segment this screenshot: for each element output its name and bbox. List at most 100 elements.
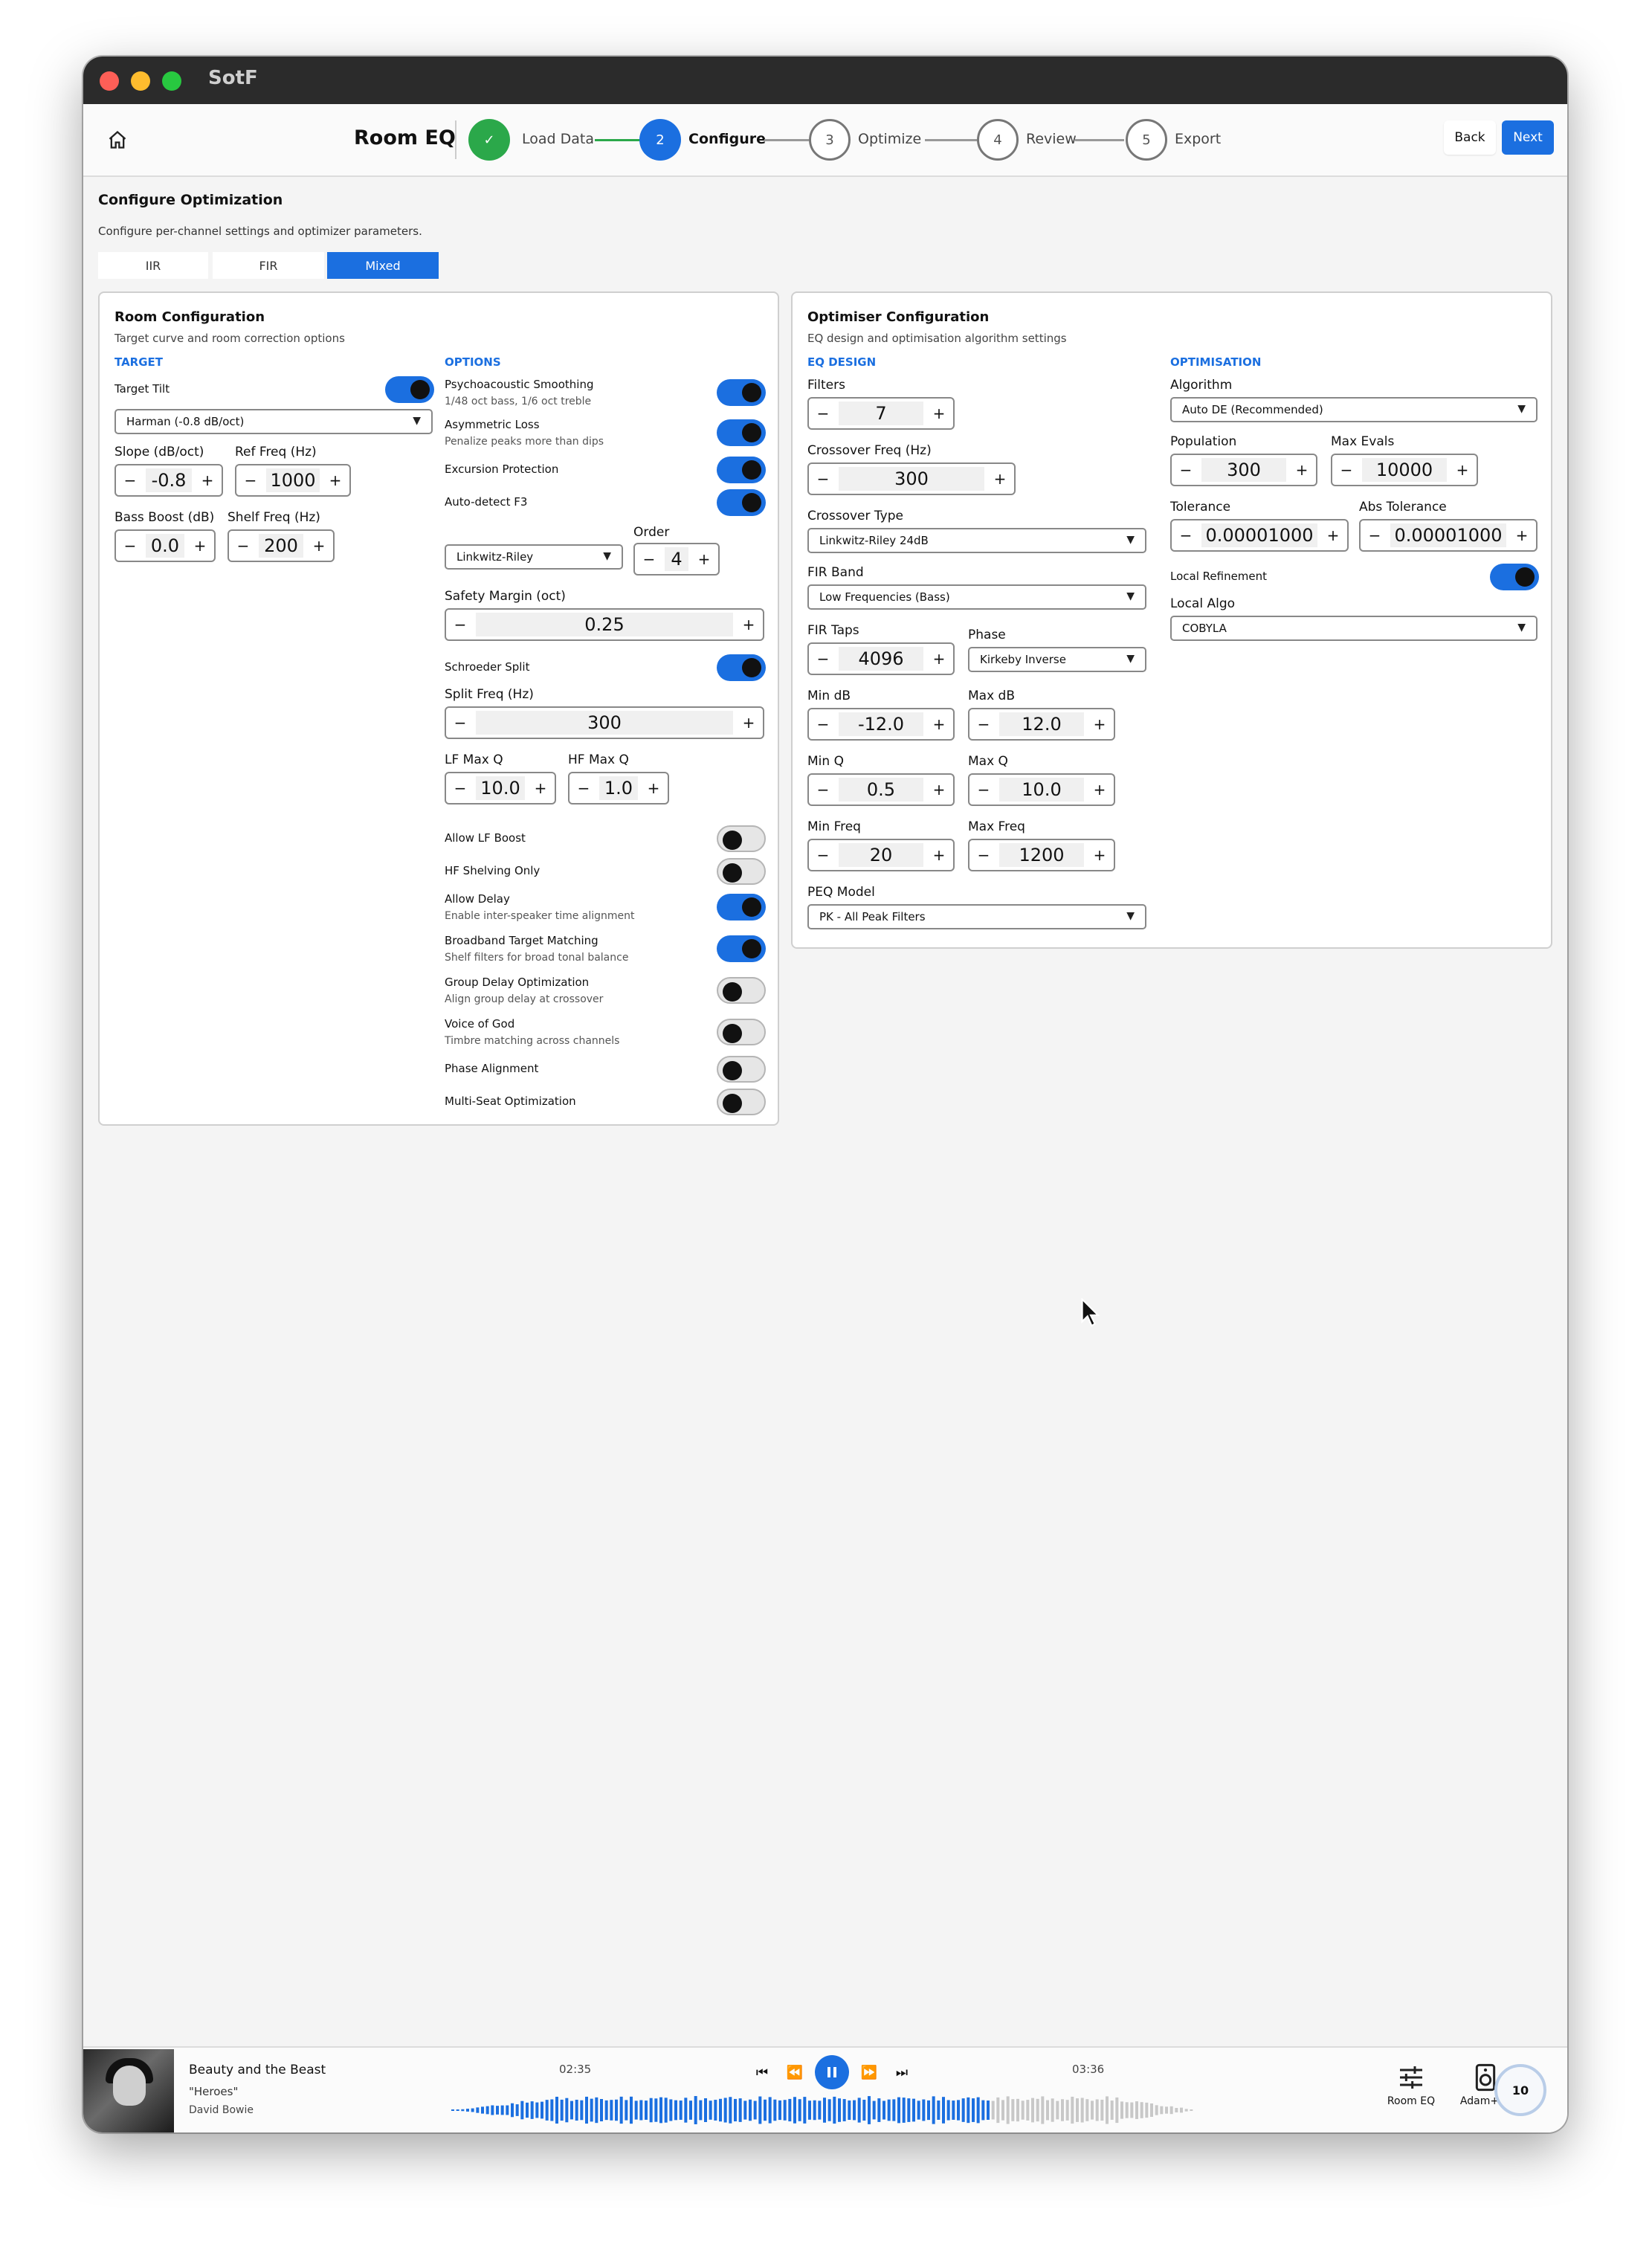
population-stepper[interactable]: − 300 + — [1170, 454, 1317, 486]
fir-band-select[interactable]: Low Frequencies (Bass) ▼ — [807, 584, 1146, 610]
hf-max-q-increment-button[interactable]: + — [639, 773, 668, 803]
min-db-value[interactable]: -12.0 — [839, 712, 923, 736]
max-db-value[interactable]: 12.0 — [999, 712, 1084, 736]
step-5-label[interactable]: Export — [1175, 131, 1221, 147]
skip-next-icon[interactable]: ⏭ — [891, 2061, 913, 2083]
safety-margin-value[interactable]: 0.25 — [476, 613, 733, 636]
bass-boost-stepper[interactable]: − 0.0 + — [114, 529, 216, 562]
slope-value[interactable]: -0.8 — [146, 468, 192, 492]
pause-button[interactable] — [815, 2055, 849, 2089]
slope-decrement-button[interactable]: − — [116, 465, 144, 495]
peq-model-select[interactable]: PK - All Peak Filters ▼ — [807, 904, 1146, 929]
bass-boost-decrement-button[interactable]: − — [116, 531, 144, 561]
safety-margin-increment-button[interactable]: + — [735, 610, 763, 639]
target-curve-select[interactable]: Harman (-0.8 dB/oct) ▼ — [114, 409, 433, 434]
schroeder-split-toggle[interactable] — [717, 654, 766, 681]
filters-stepper[interactable]: − 7 + — [807, 397, 955, 430]
bass-boost-increment-button[interactable]: + — [186, 531, 214, 561]
min-q-stepper[interactable]: − 0.5 + — [807, 773, 955, 806]
algorithm-select[interactable]: Auto DE (Recommended) ▼ — [1170, 397, 1538, 422]
max-q-value[interactable]: 10.0 — [999, 778, 1084, 802]
fast-forward-icon[interactable]: ⏩ — [858, 2061, 880, 2083]
max-q-increment-button[interactable]: + — [1085, 775, 1114, 805]
room-eq-button[interactable]: Room EQ — [1374, 2063, 1448, 2107]
shelf-freq-stepper[interactable]: − 200 + — [228, 529, 335, 562]
tab-iir[interactable]: IIR — [98, 252, 208, 279]
crossover-freq-increment-button[interactable]: + — [986, 464, 1014, 494]
crossover-freq-value[interactable]: 300 — [839, 467, 984, 491]
min-db-decrement-button[interactable]: − — [809, 709, 837, 739]
asymmetric-loss-toggle[interactable] — [717, 419, 766, 446]
min-freq-increment-button[interactable]: + — [925, 840, 953, 870]
shelf-freq-increment-button[interactable]: + — [305, 531, 333, 561]
order-increment-button[interactable]: + — [690, 544, 718, 574]
population-value[interactable]: 300 — [1201, 458, 1286, 482]
step-1-circle[interactable]: ✓ — [468, 119, 510, 161]
filters-value[interactable]: 7 — [839, 402, 923, 425]
crossover-freq-stepper[interactable]: − 300 + — [807, 462, 1016, 495]
max-evals-increment-button[interactable]: + — [1448, 455, 1477, 485]
abs-tolerance-increment-button[interactable]: + — [1508, 520, 1536, 550]
rewind-icon[interactable]: ⏪ — [784, 2061, 806, 2083]
abs-tolerance-decrement-button[interactable]: − — [1361, 520, 1389, 550]
fir-taps-decrement-button[interactable]: − — [809, 644, 837, 674]
lf-max-q-value[interactable]: 10.0 — [476, 776, 525, 800]
allow-lf-boost-toggle[interactable] — [717, 825, 766, 852]
minimize-window-button[interactable] — [131, 71, 150, 91]
tolerance-stepper[interactable]: − 0.00001000 + — [1170, 519, 1349, 552]
step-1-label[interactable]: Load Data — [522, 131, 594, 147]
lf-max-q-increment-button[interactable]: + — [526, 773, 555, 803]
tab-fir[interactable]: FIR — [213, 252, 324, 279]
ref-freq-stepper[interactable]: − 1000 + — [235, 464, 351, 497]
split-freq-decrement-button[interactable]: − — [446, 708, 474, 738]
slope-stepper[interactable]: − -0.8 + — [114, 464, 223, 497]
max-q-stepper[interactable]: − 10.0 + — [968, 773, 1115, 806]
crossover-freq-decrement-button[interactable]: − — [809, 464, 837, 494]
safety-margin-stepper[interactable]: − 0.25 + — [445, 608, 764, 641]
step-4-circle[interactable]: 4 — [977, 119, 1019, 161]
broadband-target-toggle[interactable] — [717, 935, 766, 962]
population-decrement-button[interactable]: − — [1172, 455, 1200, 485]
max-freq-stepper[interactable]: − 1200 + — [968, 839, 1115, 871]
lf-max-q-decrement-button[interactable]: − — [446, 773, 474, 803]
phase-alignment-toggle[interactable] — [717, 1056, 766, 1083]
ref-freq-decrement-button[interactable]: − — [236, 465, 265, 495]
bass-boost-value[interactable]: 0.0 — [146, 534, 184, 558]
step-3-circle[interactable]: 3 — [809, 119, 851, 161]
filters-increment-button[interactable]: + — [925, 399, 953, 428]
waveform-progress[interactable] — [451, 2094, 1194, 2127]
local-refinement-toggle[interactable] — [1490, 564, 1539, 590]
min-db-stepper[interactable]: − -12.0 + — [807, 708, 955, 741]
back-button[interactable]: Back — [1444, 120, 1496, 155]
max-q-decrement-button[interactable]: − — [969, 775, 998, 805]
target-tilt-toggle[interactable] — [385, 376, 434, 403]
hf-max-q-stepper[interactable]: − 1.0 + — [568, 772, 669, 805]
voice-of-god-toggle[interactable] — [717, 1019, 766, 1045]
filters-decrement-button[interactable]: − — [809, 399, 837, 428]
shelf-freq-decrement-button[interactable]: − — [229, 531, 257, 561]
multi-seat-toggle[interactable] — [717, 1089, 766, 1115]
zoom-window-button[interactable] — [162, 71, 181, 91]
hf-max-q-value[interactable]: 1.0 — [599, 776, 638, 800]
max-evals-stepper[interactable]: − 10000 + — [1331, 454, 1478, 486]
split-freq-stepper[interactable]: − 300 + — [445, 706, 764, 739]
population-increment-button[interactable]: + — [1288, 455, 1316, 485]
next-button[interactable]: Next — [1502, 120, 1554, 155]
fir-taps-value[interactable]: 4096 — [839, 647, 923, 671]
ref-freq-increment-button[interactable]: + — [321, 465, 349, 495]
fir-taps-stepper[interactable]: − 4096 + — [807, 642, 955, 675]
safety-margin-decrement-button[interactable]: − — [446, 610, 474, 639]
filter-type-select[interactable]: Linkwitz-Riley ▼ — [445, 544, 623, 570]
ref-freq-value[interactable]: 1000 — [266, 468, 320, 492]
skip-previous-icon[interactable]: ⏮ — [751, 2061, 773, 2083]
psycho-smoothing-toggle[interactable] — [717, 379, 766, 406]
order-value[interactable]: 4 — [665, 547, 688, 571]
album-art[interactable] — [83, 2049, 174, 2132]
abs-tolerance-stepper[interactable]: − 0.00001000 + — [1359, 519, 1538, 552]
step-2-circle[interactable]: 2 — [639, 119, 681, 161]
local-algo-select[interactable]: COBYLA ▼ — [1170, 616, 1538, 641]
allow-delay-toggle[interactable] — [717, 894, 766, 921]
max-evals-value[interactable]: 10000 — [1362, 458, 1447, 482]
shelf-freq-value[interactable]: 200 — [259, 534, 303, 558]
step-3-label[interactable]: Optimize — [858, 131, 921, 147]
